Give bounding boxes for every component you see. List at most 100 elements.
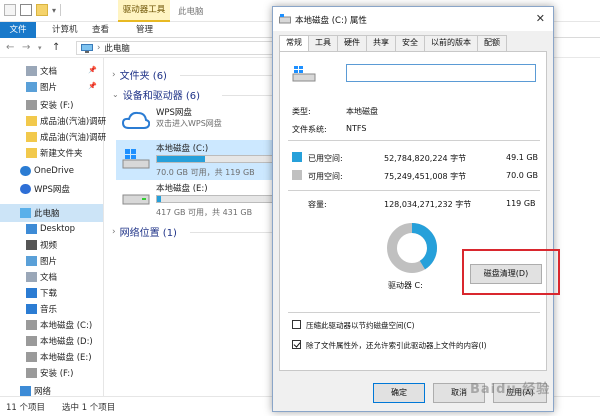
music-icon <box>26 304 37 314</box>
sidebar-item-label: 安装 (F:) <box>40 369 74 379</box>
computer-icon <box>20 208 31 218</box>
tab-computer[interactable]: 计算机 <box>52 22 78 38</box>
tab-0[interactable]: 常规 <box>279 35 309 52</box>
tab-4[interactable]: 安全 <box>395 35 425 51</box>
cloud-icon <box>122 111 150 129</box>
sidebar-item-label: 本地磁盘 (E:) <box>40 353 92 363</box>
wps-cloud-tile[interactable]: WPS网盘 双击进入WPS网盘 <box>116 104 276 144</box>
index-checkbox[interactable] <box>292 340 301 349</box>
pin-icon[interactable]: 📌 <box>88 82 97 90</box>
compress-checkbox[interactable] <box>292 320 301 329</box>
folders-group-header[interactable]: › 文件夹 (6) <box>112 67 167 83</box>
chevron-down-icon: ⌄ <box>112 90 119 99</box>
filesystem-label: 文件系统: <box>292 125 327 134</box>
drive-c-usage-bar <box>156 155 276 163</box>
drive-icon <box>26 368 37 378</box>
drive-c-name: 本地磁盘 (C:) <box>156 144 209 154</box>
breadcrumb[interactable]: 此电脑 <box>104 42 130 54</box>
general-tab-panel: 类型: 本地磁盘 文件系统: NTFS 已用空间: 52,784,820,224… <box>279 51 547 371</box>
picture-icon <box>26 256 37 266</box>
drive-e-tile[interactable]: 本地磁盘 (E:) 417 GB 可用，共 431 GB <box>116 180 276 220</box>
tab-5[interactable]: 以前的版本 <box>424 35 478 51</box>
drive-c-free: 70.0 GB 可用，共 119 GB <box>156 168 255 177</box>
free-space-size: 70.0 GB <box>506 171 539 180</box>
address-field[interactable]: › 此电脑 <box>76 41 276 55</box>
sidebar-item-label: 成品油(汽油)调研 <box>40 117 107 127</box>
sidebar-item-label: 本地磁盘 (D:) <box>40 337 93 347</box>
tab-view[interactable]: 查看 <box>92 22 109 38</box>
forward-icon[interactable]: → <box>22 42 30 53</box>
sidebar-item[interactable]: 安装 (F:) <box>0 364 103 382</box>
type-label: 类型: <box>292 107 311 116</box>
recent-locations-icon[interactable]: ▾ <box>38 44 42 52</box>
tab-file[interactable]: 文件 <box>0 22 36 38</box>
network-icon <box>20 386 31 396</box>
window-title: 此电脑 <box>178 7 204 17</box>
sidebar-item-label: 文档 <box>40 67 58 77</box>
sidebar-item[interactable]: 图片 📌 <box>0 78 103 96</box>
drive-icon <box>26 336 37 346</box>
wps-cloud-icon <box>20 184 31 194</box>
drive-tools-group[interactable]: 驱动器工具 <box>118 0 170 22</box>
divider <box>190 232 276 233</box>
network-group-header[interactable]: › 网络位置 (1) <box>112 224 177 240</box>
type-value: 本地磁盘 <box>346 107 378 116</box>
windows-drive-icon <box>292 66 316 82</box>
sidebar-item-label: 音乐 <box>40 305 58 315</box>
drive-e-usage-bar <box>156 195 276 203</box>
network-group-label: 网络位置 (1) <box>119 228 177 239</box>
sidebar-item[interactable]: OneDrive <box>0 162 103 180</box>
dialog-tabs: 常规 工具 硬件 共享 安全 以前的版本 配额 <box>279 35 507 52</box>
up-icon[interactable]: ↑ <box>52 42 60 53</box>
drive-e-free: 417 GB 可用，共 431 GB <box>156 208 253 217</box>
drive-name-input[interactable] <box>346 64 536 82</box>
tab-3[interactable]: 共享 <box>366 35 396 51</box>
disk-usage-donut <box>387 223 437 273</box>
sidebar-item-label: 视频 <box>40 241 58 251</box>
sidebar-item-label: Desktop <box>40 224 76 234</box>
selected-count: 选中 1 个项目 <box>62 403 116 413</box>
sidebar-item-label: 图片 <box>40 257 58 267</box>
back-icon[interactable]: ← <box>6 42 14 53</box>
breadcrumb-chevron-icon: › <box>97 43 101 53</box>
watermark: Baidu 经验 <box>470 382 551 397</box>
used-space-bytes: 52,784,820,224 字节 <box>384 154 467 163</box>
capacity-bytes: 128,034,271,232 字节 <box>384 200 472 209</box>
sidebar-item-label: 安装 (F:) <box>40 101 74 111</box>
divider <box>288 312 540 313</box>
tab-manage[interactable]: 管理 <box>136 22 153 38</box>
chevron-right-icon: › <box>112 69 116 80</box>
sidebar-item-label: 图片 <box>40 83 58 93</box>
ok-button[interactable]: 确定 <box>373 383 425 403</box>
tab-2[interactable]: 硬件 <box>337 35 367 51</box>
tab-6[interactable]: 配额 <box>477 35 507 51</box>
drive-c-tile[interactable]: 本地磁盘 (C:) 70.0 GB 可用，共 119 GB <box>116 140 276 180</box>
sidebar-item-label: 此电脑 <box>34 209 60 219</box>
properties-icon[interactable] <box>4 4 16 16</box>
document-icon <box>26 272 37 282</box>
windows-drive-icon <box>122 149 150 169</box>
usage-fill <box>157 156 206 162</box>
divider <box>222 95 276 96</box>
devices-group-header[interactable]: ⌄ 设备和驱动器 (6) <box>112 87 200 102</box>
sidebar-item-label: 本地磁盘 (C:) <box>40 321 93 331</box>
used-space-swatch <box>292 152 302 162</box>
drive-letter-label: 驱动器 C: <box>388 281 423 290</box>
pin-icon[interactable]: 📌 <box>88 66 97 74</box>
sidebar-item-label: 下载 <box>40 289 58 299</box>
index-label: 除了文件属性外，还允许索引此驱动器上文件的内容(I) <box>306 341 487 350</box>
drive-icon <box>122 194 150 205</box>
document-icon <box>26 66 37 76</box>
sidebar-item-label: 新建文件夹 <box>40 149 83 159</box>
tab-1[interactable]: 工具 <box>308 35 338 51</box>
close-icon[interactable]: ✕ <box>536 12 545 25</box>
folder-icon[interactable] <box>36 4 48 16</box>
video-icon <box>26 240 37 250</box>
drive-icon <box>279 14 291 24</box>
sidebar-item[interactable]: WPS网盘 <box>0 180 103 198</box>
sidebar-item[interactable]: 新建文件夹 <box>0 144 103 162</box>
sidebar-item-label: 文档 <box>40 273 58 283</box>
check-icon[interactable] <box>20 4 32 16</box>
chevron-down-icon[interactable]: ▾ <box>52 6 56 15</box>
wps-name: WPS网盘 <box>156 108 192 118</box>
